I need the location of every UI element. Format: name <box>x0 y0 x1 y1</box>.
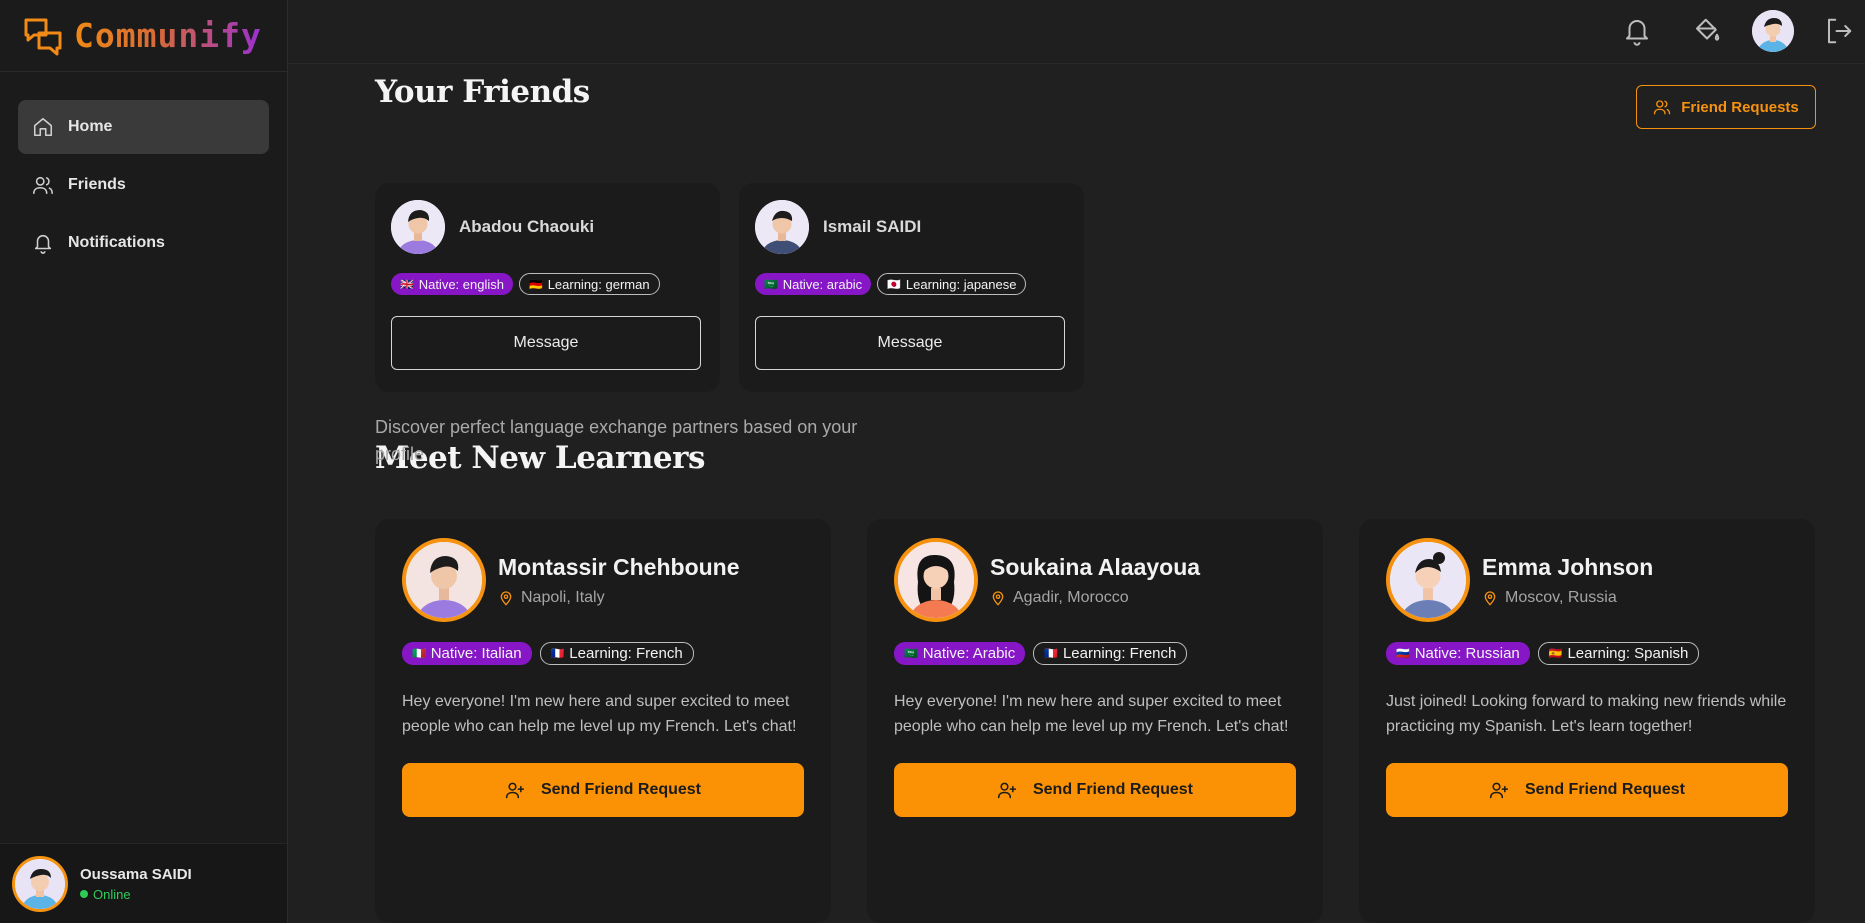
users-icon <box>1654 100 1671 115</box>
learner-location: Moscov, Russia <box>1482 589 1653 607</box>
page-title: Your Friends <box>375 74 590 110</box>
learning-language-label: Learning: japanese <box>905 276 1017 292</box>
home-icon <box>33 117 53 137</box>
flag-icon: 🇪🇸 <box>1548 648 1563 660</box>
avatar <box>391 200 445 254</box>
learning-language-label: Learning: French <box>1062 645 1177 662</box>
learner-name: Emma Johnson <box>1482 553 1654 580</box>
bell-icon <box>34 234 52 254</box>
user-plus-icon <box>997 782 1017 799</box>
location-text: Napoli, Italy <box>521 588 605 606</box>
learner-name: Soukaina Alaayoua <box>990 553 1201 580</box>
users-icon <box>33 176 53 195</box>
learning-language-tag: 🇪🇸 Learning: Spanish <box>1537 642 1700 665</box>
current-user-name: Oussama SAIDI <box>80 865 192 883</box>
learner-bio: Just joined! Looking forward to making n… <box>1386 693 1787 735</box>
avatar[interactable] <box>1752 10 1794 52</box>
map-pin-icon <box>500 590 512 606</box>
learner-card: Soukaina Alaayoua Agadir, Morocco 🇸🇦 Nati… <box>867 519 1323 923</box>
sidebar-item-friends[interactable]: Friends <box>18 158 269 212</box>
bell-icon[interactable] <box>1622 16 1652 46</box>
learner-bio: Hey everyone! I'm new here and super exc… <box>402 693 797 735</box>
section-subtitle: Discover perfect language exchange partn… <box>375 417 858 464</box>
sidebar-item-notifications[interactable]: Notifications <box>18 216 269 270</box>
send-friend-request-label: Send Friend Request <box>1524 781 1686 798</box>
learner-location: Napoli, Italy <box>498 589 740 607</box>
friend-requests-label: Friend Requests <box>1681 98 1799 116</box>
native-language-label: Native: Italian <box>430 645 522 662</box>
learning-language-tag: 🇩🇪 Learning: german <box>518 273 660 295</box>
friend-card: Abadou Chaouki 🇬🇧 Native: english 🇩🇪 Learn… <box>375 183 720 392</box>
learning-language-label: Learning: French <box>569 645 683 662</box>
sidebar: Communify Home Friends Notifications Ous… <box>0 0 288 923</box>
send-friend-request-button[interactable]: Send Friend Request <box>1386 763 1788 817</box>
native-language-tag: 🇮🇹 Native: Italian <box>402 642 532 665</box>
paint-bucket-icon[interactable] <box>1692 16 1722 46</box>
learning-language-tag: 🇫🇷 Learning: French <box>539 642 694 665</box>
native-language-tag: 🇸🇦 Native: arabic <box>755 273 872 295</box>
send-friend-request-button[interactable]: Send Friend Request <box>894 763 1296 817</box>
send-friend-request-button[interactable]: Send Friend Request <box>402 763 804 817</box>
friend-requests-button[interactable]: Friend Requests <box>1636 85 1816 129</box>
status-text: Online <box>93 886 131 902</box>
avatar <box>755 200 809 254</box>
flag-icon: 🇸🇦 <box>764 278 778 291</box>
native-language-tag: 🇸🇦 Native: Arabic <box>894 642 1026 665</box>
sidebar-item-label: Notifications <box>68 234 165 251</box>
user-plus-icon <box>1489 782 1509 799</box>
main-content: Your Friends Friend Requests Abadou Chao… <box>288 64 1865 923</box>
location-text: Agadir, Morocco <box>1013 588 1129 606</box>
native-language-label: Native: arabic <box>782 276 863 292</box>
logout-icon[interactable] <box>1824 16 1854 46</box>
learner-bio: Hey everyone! I'm new here and super exc… <box>894 693 1289 735</box>
sidebar-nav: Home Friends Notifications <box>0 72 287 270</box>
flag-icon: 🇯🇵 <box>887 278 901 291</box>
native-language-label: Native: Arabic <box>922 645 1016 662</box>
learning-language-label: Learning: Spanish <box>1567 645 1689 662</box>
learner-card: Emma Johnson Moscov, Russia 🇷🇺 Native: Ru… <box>1359 519 1815 923</box>
friend-card: Ismail SAIDI 🇸🇦 Native: arabic 🇯🇵 Learning… <box>739 183 1084 392</box>
avatar <box>402 538 486 622</box>
map-pin-icon <box>1484 590 1496 606</box>
learner-card: Montassir Chehboune Napoli, Italy 🇮🇹 Nati… <box>375 519 831 923</box>
topbar <box>288 0 1865 64</box>
friend-name: Abadou Chaouki <box>459 217 595 236</box>
current-user[interactable]: Oussama SAIDI Online <box>0 843 287 923</box>
flag-icon: 🇷🇺 <box>1396 648 1410 660</box>
location-text: Moscov, Russia <box>1505 588 1617 606</box>
native-language-tag: 🇬🇧 Native: english <box>391 273 513 295</box>
learner-location: Agadir, Morocco <box>990 589 1200 607</box>
status-badge: Online <box>80 887 192 902</box>
learning-language-label: Learning: german <box>547 276 650 292</box>
learner-name: Montassir Chehboune <box>498 553 740 580</box>
flag-icon: 🇬🇧 <box>400 278 414 291</box>
sidebar-item-label: Home <box>68 118 113 135</box>
brand-name: Communify <box>74 16 262 55</box>
flag-icon: 🇩🇪 <box>528 278 543 291</box>
send-friend-request-label: Send Friend Request <box>540 781 702 798</box>
flag-icon: 🇫🇷 <box>1044 648 1058 660</box>
message-button[interactable]: Message <box>755 316 1065 370</box>
message-button[interactable]: Message <box>391 316 701 370</box>
friend-name: Ismail SAIDI <box>823 217 922 236</box>
native-language-label: Native: Russian <box>1414 645 1520 662</box>
map-pin-icon <box>992 590 1004 606</box>
avatar <box>1386 538 1470 622</box>
sidebar-item-label: Friends <box>68 176 126 193</box>
online-dot <box>80 890 88 898</box>
user-plus-icon <box>505 782 525 799</box>
send-friend-request-label: Send Friend Request <box>1032 781 1194 798</box>
learning-language-tag: 🇯🇵 Learning: japanese <box>877 273 1027 295</box>
avatar <box>894 538 978 622</box>
sidebar-item-home[interactable]: Home <box>18 100 269 154</box>
learning-language-tag: 🇫🇷 Learning: French <box>1033 642 1188 665</box>
flag-icon: 🇸🇦 <box>904 648 918 660</box>
native-language-label: Native: english <box>418 276 504 292</box>
avatar <box>12 855 68 912</box>
brand[interactable]: Communify <box>0 0 287 72</box>
chat-bubbles-icon <box>24 18 62 55</box>
flag-icon: 🇮🇹 <box>412 648 426 660</box>
native-language-tag: 🇷🇺 Native: Russian <box>1386 642 1530 665</box>
flag-icon: 🇫🇷 <box>550 648 565 660</box>
